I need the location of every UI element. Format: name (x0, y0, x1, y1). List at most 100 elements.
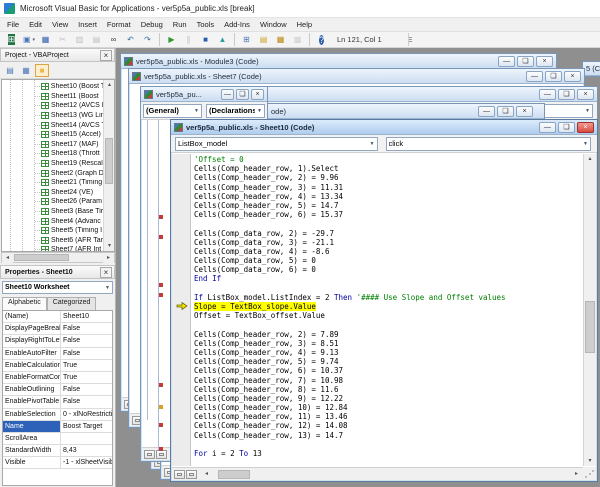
code-line[interactable]: Cells(Comp_header_row, 8) = 11.6 (194, 385, 583, 394)
resize-grip[interactable] (583, 467, 596, 480)
procedure-dropdown[interactable]: (Declarations) ▼ (206, 103, 265, 118)
design-mode-icon[interactable]: ▲ (215, 33, 230, 47)
property-value[interactable]: True (60, 359, 112, 371)
procedure-view-icon[interactable] (174, 469, 185, 479)
minimize-icon[interactable]: — (221, 88, 234, 100)
code-margin-indicator-bar[interactable] (172, 154, 191, 466)
property-value[interactable] (60, 432, 112, 445)
tree-item-sheet19[interactable]: Sheet19 (Rescal (2, 159, 103, 169)
code-line[interactable]: Cells(Comp_header_row, 10) = 12.84 (194, 403, 583, 412)
close-icon[interactable]: × (251, 88, 264, 100)
property-value[interactable]: 0 - xlNoRestricti (60, 408, 112, 420)
scroll-up-icon[interactable]: ▴ (104, 80, 114, 90)
view-code-icon[interactable]: ▤ (3, 64, 17, 77)
code-line[interactable]: Cells(Comp_header_row, 7) = 10.98 (194, 376, 583, 385)
toggle-folders-icon[interactable]: ■ (35, 63, 49, 77)
toolbar-overflow-handle[interactable] (407, 33, 413, 46)
code-line[interactable]: For i = 2 To 13 (194, 449, 583, 458)
restore-icon[interactable]: ❏ (558, 88, 575, 100)
code-line[interactable]: Cells(Comp_header_row, 3) = 11.31 (194, 183, 583, 192)
menu-item-insert[interactable]: Insert (73, 19, 102, 30)
menu-item-debug[interactable]: Debug (136, 19, 168, 30)
menu-item-file[interactable]: File (2, 19, 24, 30)
property-value[interactable]: 8,43 (60, 445, 112, 457)
undo-icon[interactable]: ↶ (123, 33, 138, 47)
property-row-enablepivottable[interactable]: EnablePivotTable False (3, 396, 112, 409)
code-line[interactable]: Slope = TextBox_slope.Value (194, 302, 583, 311)
tab-categorized[interactable]: Categorized (46, 297, 97, 310)
property-value[interactable]: Boost Target (60, 420, 112, 432)
code-line[interactable] (194, 440, 583, 449)
property-value[interactable]: False (60, 396, 112, 408)
code-line[interactable]: Cells(Comp_data_row, 5) = 0 (194, 256, 583, 265)
properties-panel-header[interactable]: Properties - Sheet10 × (0, 265, 115, 279)
code-text[interactable]: 'Offset = 0 Cells(Comp_header_row, 1).Sel… (194, 155, 583, 458)
insert-userform-icon[interactable]: ▣ ▾ (21, 33, 36, 47)
minimize-icon[interactable]: — (526, 70, 543, 82)
code-window-sheet10[interactable]: ver5p5a_public.xls - Sheet10 (Code) — ❏ … (170, 119, 598, 482)
code-line[interactable]: Cells(Comp_header_row, 9) = 12.22 (194, 394, 583, 403)
tree-item-sheet24[interactable]: Sheet24 (VE) (2, 188, 103, 198)
code-scroll-thumb[interactable] (585, 301, 595, 353)
tree-item-sheet11[interactable]: Sheet11 (Boost (2, 92, 103, 102)
save-icon[interactable]: ▦ (38, 33, 53, 47)
code-hscroll-thumb[interactable] (218, 469, 250, 479)
restore-icon[interactable]: ❏ (558, 121, 575, 133)
code-line[interactable]: Cells(Comp_data_row, 3) = -21.1 (194, 238, 583, 247)
app-titlebar[interactable]: Microsoft Visual Basic for Applications … (0, 0, 600, 18)
code-line[interactable]: Cells(Comp_header_row, 5) = 9.74 (194, 357, 583, 366)
properties-panel-close-icon[interactable]: × (100, 266, 112, 278)
property-row-enableformatcon[interactable]: EnableFormatCon True (3, 371, 112, 385)
tree-item-sheet3[interactable]: Sheet3 (Base Tir (2, 207, 103, 217)
tree-item-sheet4[interactable]: Sheet4 (Advanc (2, 216, 103, 226)
code-line[interactable]: Cells(Comp_data_row, 2) = -29.7 (194, 229, 583, 238)
menu-item-tools[interactable]: Tools (192, 19, 220, 30)
code-editor[interactable]: 'Offset = 0 Cells(Comp_header_row, 1).Sel… (172, 154, 583, 466)
tree-item-sheet5[interactable]: Sheet5 (Timing I (2, 226, 103, 236)
property-value[interactable]: False (60, 323, 112, 335)
properties-window-icon[interactable]: ▤ (256, 33, 271, 47)
view-excel-icon[interactable]: ⊞ (4, 33, 19, 47)
run-icon[interactable]: ▶ (164, 33, 179, 47)
restore-icon[interactable]: ❏ (545, 70, 562, 82)
small-window-titlebar[interactable]: ver5p5a_pu... — ❏ × (141, 87, 267, 102)
tree-scroll-thumb[interactable] (105, 138, 113, 184)
code-line[interactable] (194, 284, 583, 293)
restore-icon[interactable]: ❏ (517, 55, 534, 67)
tree-item-sheet2[interactable]: Sheet2 (Graph D (2, 168, 103, 178)
code-line[interactable]: Cells(Comp_header_row, 1).Select (194, 164, 583, 173)
scroll-left-icon[interactable]: ◂ (201, 469, 212, 479)
help-icon[interactable]: ? (314, 33, 329, 47)
tree-vertical-scrollbar[interactable]: ▴ ▾ (103, 80, 114, 251)
code-line[interactable]: Cells(Comp_header_row, 4) = 13.34 (194, 192, 583, 201)
menu-item-addins[interactable]: Add-Ins (219, 19, 255, 30)
object-dropdown[interactable]: ListBox_model ▼ (175, 136, 378, 151)
close-icon[interactable]: × (564, 70, 581, 82)
menu-item-view[interactable]: View (47, 19, 73, 30)
scroll-right-icon[interactable]: ▸ (103, 253, 114, 263)
module3-titlebar[interactable]: ver5p5a_public.xls - Module3 (Code) — ❏ … (121, 54, 556, 69)
find-icon[interactable]: ∞ (106, 33, 121, 47)
edge-window-titlebar[interactable]: 5 (C (583, 62, 600, 76)
code-line[interactable]: Cells(Comp_header_row, 2) = 7.89 (194, 330, 583, 339)
tree-item-sheet17[interactable]: Sheet17 (MAF) (2, 140, 103, 150)
property-value[interactable]: False (60, 384, 112, 396)
tree-item-sheet6[interactable]: Sheet6 (AFR Tar (2, 236, 103, 246)
scroll-down-icon[interactable]: ▾ (104, 241, 114, 251)
property-row-enableoutlining[interactable]: EnableOutlining False (3, 384, 112, 397)
code-line[interactable]: Cells(Comp_header_row, 13) = 14.7 (194, 431, 583, 440)
property-row-name[interactable]: (Name) Sheet10 (3, 311, 112, 324)
code-line[interactable]: Cells(Comp_header_row, 5) = 14.7 (194, 201, 583, 210)
procedure-dropdown[interactable]: click ▼ (385, 136, 591, 151)
code-horizontal-scrollbar[interactable] (212, 468, 571, 480)
object-dropdown[interactable]: (General) ▼ (143, 103, 202, 118)
procedure-view-icon[interactable] (144, 449, 155, 459)
minimize-icon[interactable]: — (539, 88, 556, 100)
property-value[interactable]: Sheet10 (60, 311, 112, 323)
tree-item-sheet13[interactable]: Sheet13 (WG Lin (2, 111, 103, 121)
reset-icon[interactable]: ■ (198, 33, 213, 47)
code-line[interactable] (194, 219, 583, 228)
restore-icon[interactable]: ❏ (497, 105, 514, 117)
view-object-icon[interactable]: ▦ (19, 64, 33, 77)
project-explorer-icon[interactable]: ⊞ (239, 33, 254, 47)
